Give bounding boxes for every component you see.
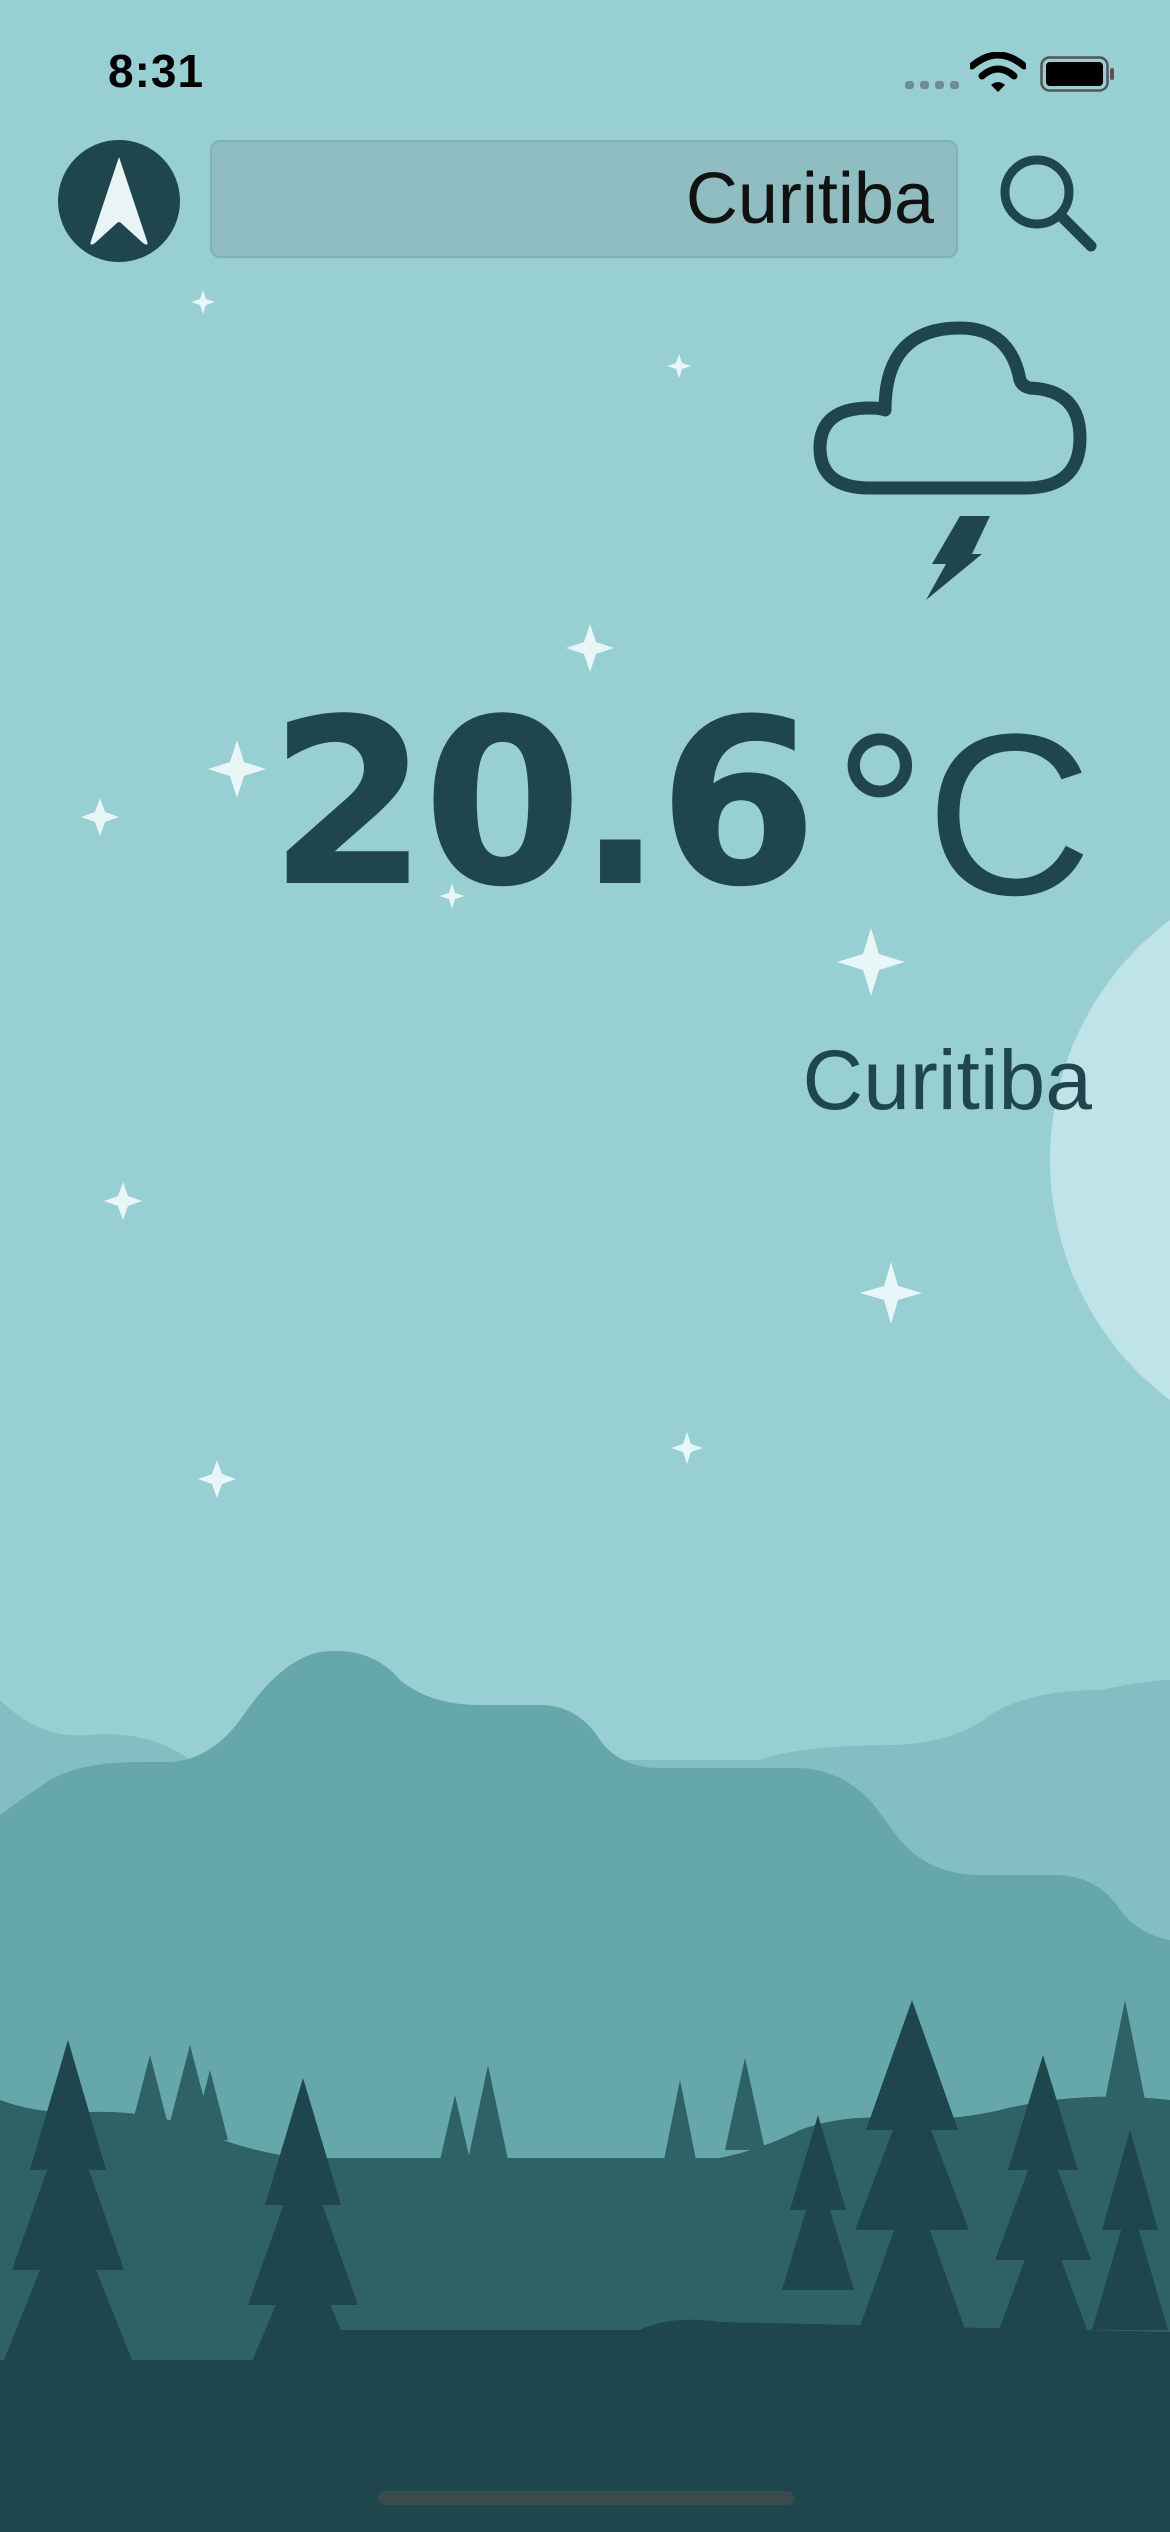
search-icon[interactable] xyxy=(995,150,1099,254)
search-input-value: Curitiba xyxy=(685,159,934,239)
temperature-unit: °C xyxy=(833,686,1092,943)
location-arrow-icon xyxy=(90,157,148,245)
battery-icon xyxy=(1040,56,1114,92)
status-time: 8:31 xyxy=(108,45,205,97)
home-indicator xyxy=(378,2491,794,2505)
temperature-value: 20.6 xyxy=(268,671,818,938)
cloud-lightning-icon xyxy=(813,321,1087,600)
cellular-signal-icon xyxy=(905,81,959,89)
wifi-icon xyxy=(970,52,1026,92)
city-name: Curitiba xyxy=(802,1033,1092,1127)
search-input[interactable]: Curitiba xyxy=(210,140,958,258)
current-location-button[interactable] xyxy=(58,140,180,262)
